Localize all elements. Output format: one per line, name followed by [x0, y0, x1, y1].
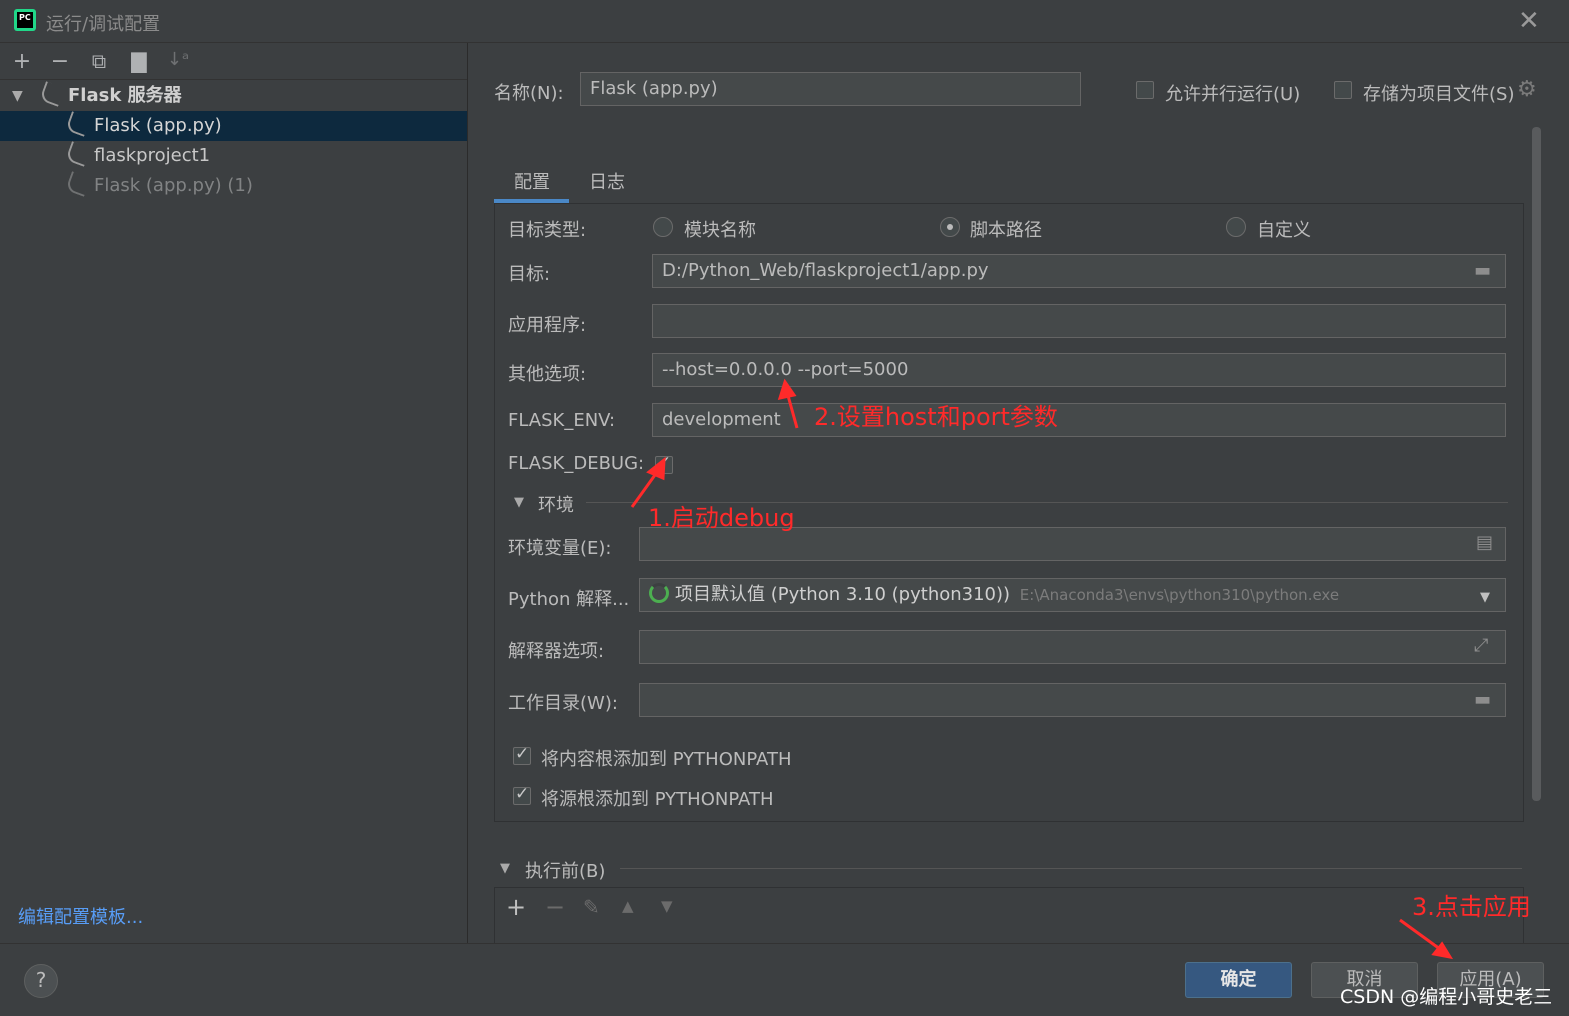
arrow-head [646, 456, 666, 481]
annotation-debug: 1.启动debug [648, 504, 795, 532]
annotation-apply: 3.点击应用 [1412, 893, 1531, 921]
arrow-to-apply [1399, 918, 1445, 954]
watermark: CSDN @编程小哥史老三 [1340, 986, 1553, 1008]
annotation-host-port: 2.设置host和port参数 [814, 403, 1058, 431]
arrow-head [777, 378, 797, 401]
